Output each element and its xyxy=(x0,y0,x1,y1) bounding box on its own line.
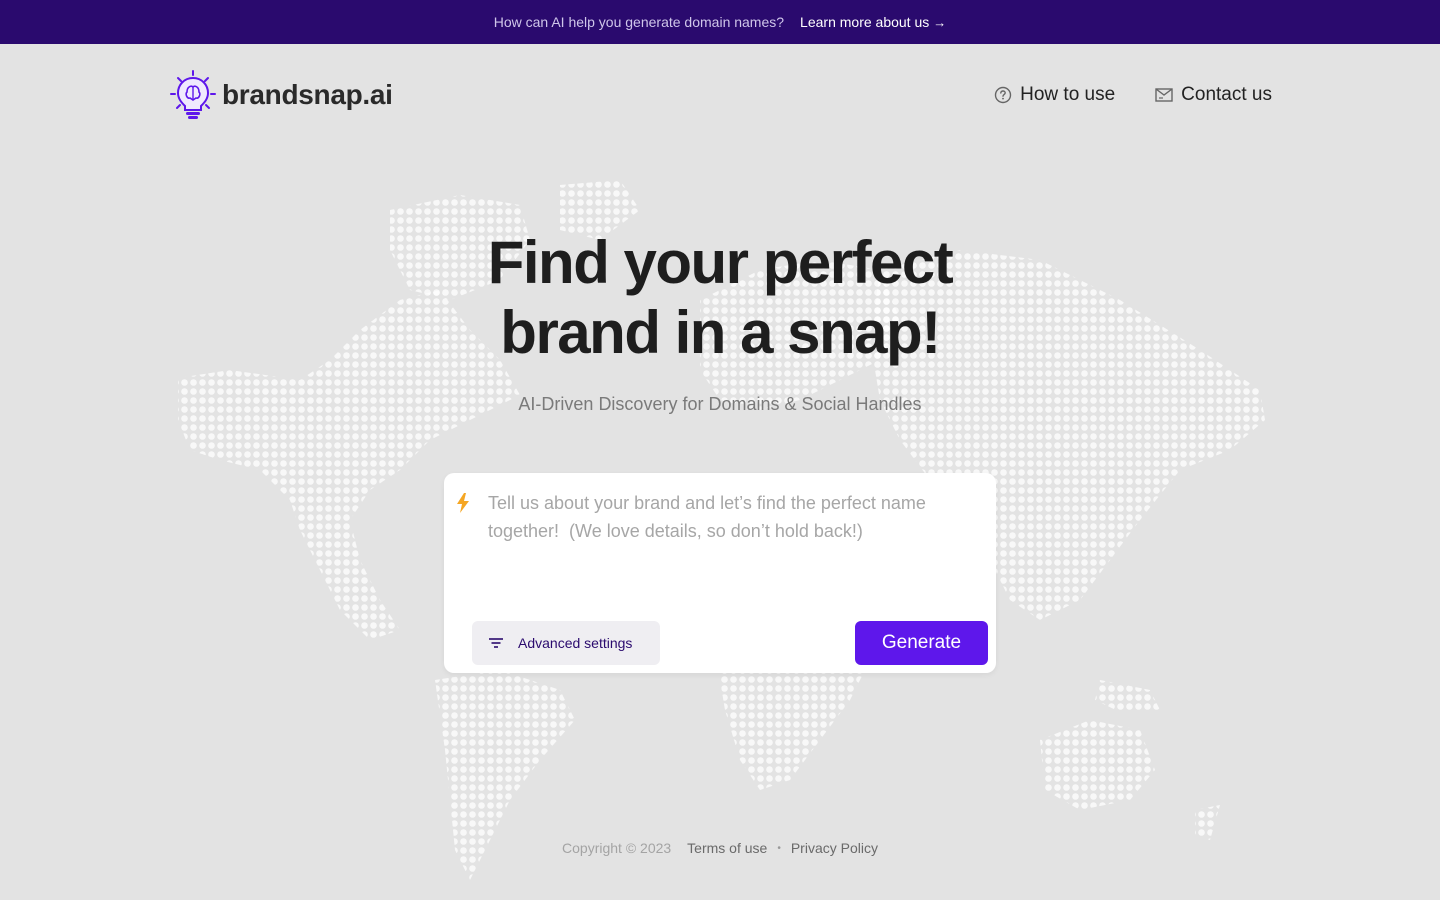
hero-subtitle: AI-Driven Discovery for Domains & Social… xyxy=(518,394,922,414)
brand-description-input[interactable] xyxy=(488,489,978,599)
hero-title-line2: brand in a snap! xyxy=(500,299,941,366)
generate-button[interactable]: Generate xyxy=(855,621,988,665)
nav-how-to-use[interactable]: How to use xyxy=(994,84,1115,106)
advanced-settings-button[interactable]: Advanced settings xyxy=(472,621,660,665)
hero-section: Find your perfect brand in a snap! AI-Dr… xyxy=(0,228,1440,415)
lightning-icon xyxy=(457,493,469,513)
logo[interactable]: brandsnap.ai xyxy=(170,70,393,120)
nav-how-to-use-label: How to use xyxy=(1020,84,1116,105)
terms-of-use-link[interactable]: Terms of use xyxy=(687,840,767,856)
site-footer: Copyright © 2023 Terms of use • Privacy … xyxy=(0,840,1440,856)
site-header: brandsnap.ai How to use Contact us xyxy=(170,68,1272,122)
main-nav: How to use Contact us xyxy=(954,84,1272,106)
lightbulb-brain-icon xyxy=(170,70,216,119)
advanced-settings-label: Advanced settings xyxy=(518,635,633,651)
logo-text: brandsnap.ai xyxy=(222,79,393,110)
nav-contact-us[interactable]: Contact us xyxy=(1155,84,1272,106)
nav-contact-us-label: Contact us xyxy=(1181,84,1272,105)
privacy-policy-link[interactable]: Privacy Policy xyxy=(791,840,878,856)
copyright-text: Copyright © 2023 xyxy=(562,840,672,856)
footer-separator: • xyxy=(777,842,781,854)
prompt-card: Advanced settings Generate xyxy=(444,473,996,673)
world-map-background xyxy=(178,180,1265,880)
mail-icon xyxy=(1155,88,1173,102)
filter-icon xyxy=(489,638,503,648)
hero-title: Find your perfect brand in a snap! xyxy=(0,228,1440,368)
question-circle-icon xyxy=(994,86,1012,104)
hero-title-line1: Find your perfect xyxy=(487,229,954,296)
